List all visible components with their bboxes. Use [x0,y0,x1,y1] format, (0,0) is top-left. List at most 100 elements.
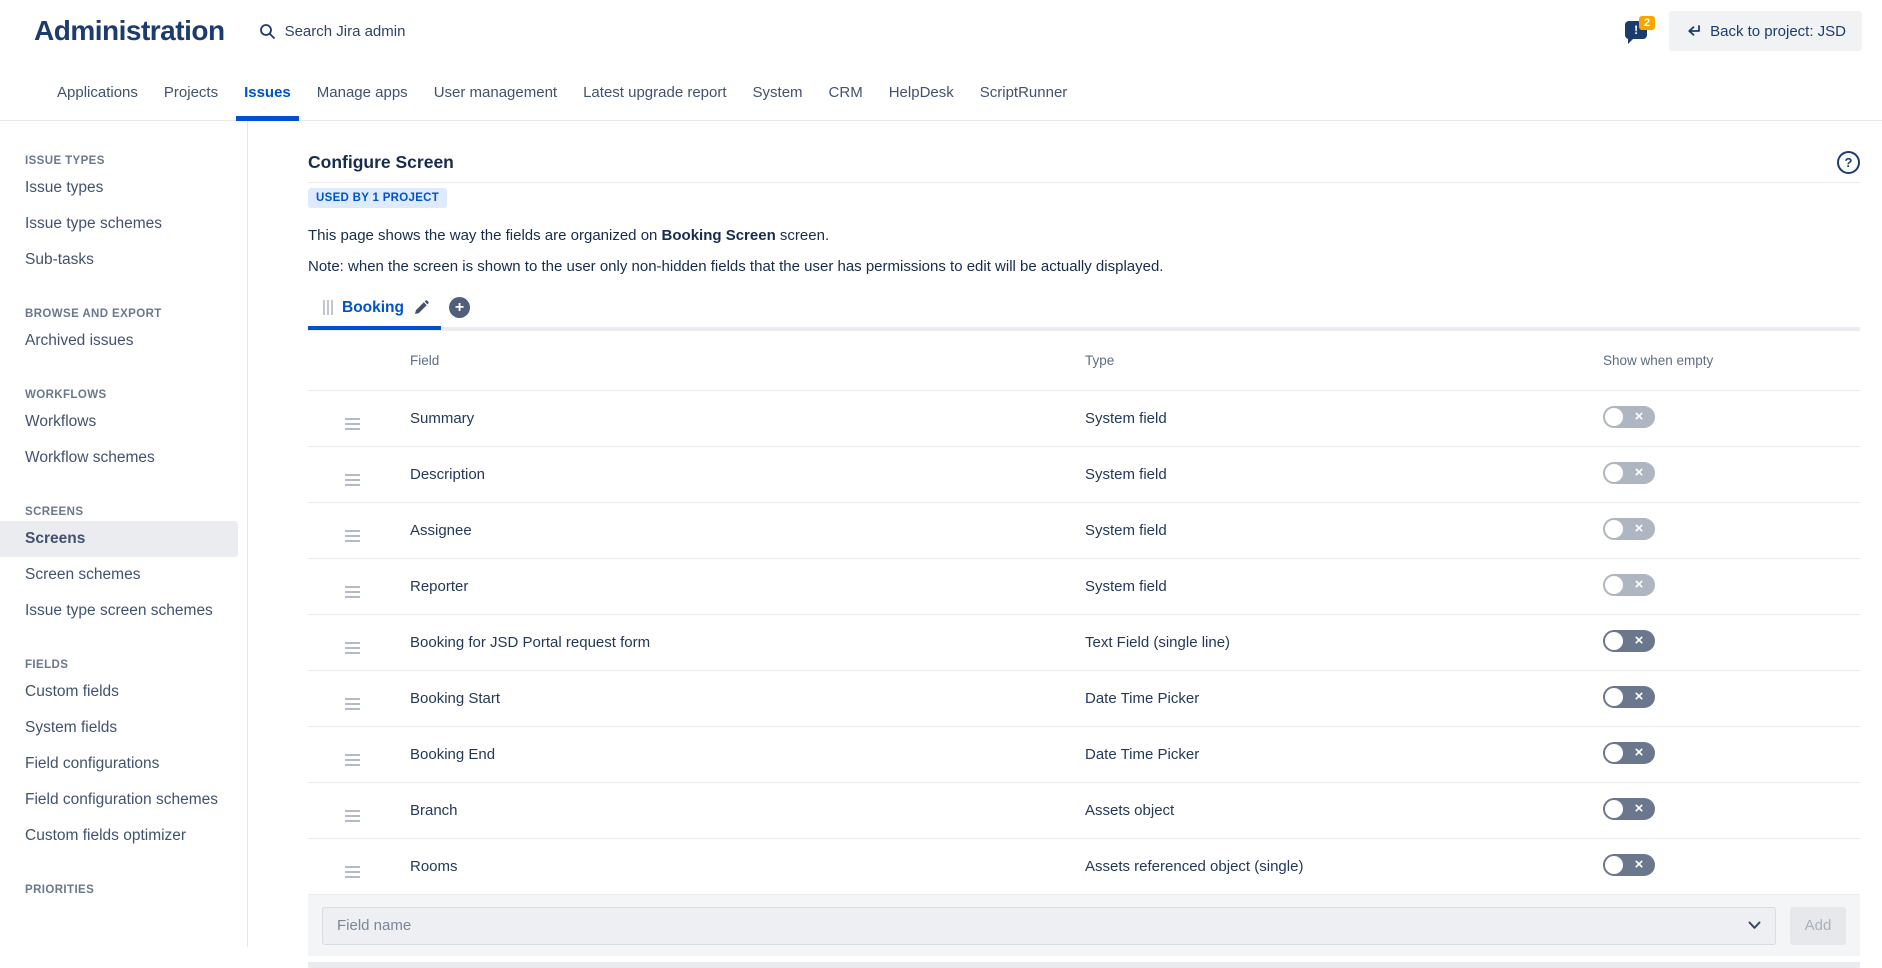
field-select-placeholder: Field name [337,917,1748,934]
field-name-cell: Booking End [410,746,1085,763]
chevron-down-icon [1748,921,1761,930]
field-row-assignee: Assignee System field × [308,502,1860,558]
row-drag-handle-icon[interactable] [345,530,360,542]
toggle-x-icon: × [1623,631,1655,651]
field-type-cell: System field [1085,466,1603,483]
sidebar-item-workflows[interactable]: Workflows [0,404,247,440]
toggle-knob [1605,688,1623,706]
sidebar-item-sub-tasks[interactable]: Sub-tasks [0,242,247,278]
toggle-x-icon: × [1623,463,1655,483]
page-title: Configure Screen [308,152,454,173]
sidebar-item-issue-types[interactable]: Issue types [0,170,247,206]
search-icon [259,23,276,40]
sidebar-item-system-fields[interactable]: System fields [0,710,247,746]
sidebar-section-title: ISSUE TYPES [0,155,247,167]
nav-tab-crm[interactable]: CRM [816,84,876,121]
add-field-button[interactable]: Add [1790,907,1846,945]
column-header-field: Field [410,353,1085,368]
field-type-cell: Date Time Picker [1085,690,1603,707]
nav-tab-manage-apps[interactable]: Manage apps [304,84,421,121]
show-when-empty-toggle[interactable]: × [1603,462,1655,484]
sidebar-section-browse-and-export: BROWSE AND EXPORT Archived issues [0,308,247,359]
sidebar-item-custom-fields[interactable]: Custom fields [0,674,247,710]
back-to-project-button[interactable]: Back to project: JSD [1669,11,1862,51]
sidebar-item-screen-schemes[interactable]: Screen schemes [0,557,247,593]
toggle-x-icon: × [1623,743,1655,763]
edit-tab-icon[interactable] [413,300,429,316]
field-name-select[interactable]: Field name [322,907,1776,945]
sidebar-item-archived-issues[interactable]: Archived issues [0,323,247,359]
top-right-actions: ! 2 Back to project: JSD [1625,11,1862,51]
nav-tab-latest-upgrade-report[interactable]: Latest upgrade report [570,84,739,121]
nav-tab-helpdesk[interactable]: HelpDesk [876,84,967,121]
intro-text: This page shows the way the fields are o… [308,227,1860,244]
toggle-knob [1605,464,1623,482]
field-name-cell: Rooms [410,858,1085,875]
field-name-cell: Description [410,466,1085,483]
toggle-x-icon: × [1623,799,1655,819]
help-icon[interactable]: ? [1837,151,1860,174]
sidebar-item-screens[interactable]: Screens [0,521,238,557]
tab-drag-handle-icon[interactable] [323,300,333,315]
row-drag-handle-icon[interactable] [345,866,360,878]
sidebar-item-issue-type-screen-schemes[interactable]: Issue type screen schemes [0,593,247,629]
row-drag-handle-icon[interactable] [345,698,360,710]
show-when-empty-toggle[interactable]: × [1603,630,1655,652]
notifications-button[interactable]: ! 2 [1625,16,1655,46]
row-drag-handle-icon[interactable] [345,418,360,430]
row-drag-handle-icon[interactable] [345,586,360,598]
show-when-empty-toggle[interactable]: × [1603,742,1655,764]
toggle-knob [1605,520,1623,538]
search-input[interactable] [283,22,487,41]
sidebar-section-screens: SCREENS ScreensScreen schemesIssue type … [0,506,247,629]
row-drag-handle-icon[interactable] [345,754,360,766]
toggle-x-icon: × [1623,575,1655,595]
sidebar-section-title: FIELDS [0,659,247,671]
nav-tab-issues[interactable]: Issues [231,84,304,121]
back-arrow-icon [1685,24,1701,38]
tab-label: Booking [342,299,404,317]
field-type-cell: Assets referenced object (single) [1085,858,1603,875]
toggle-knob [1605,632,1623,650]
row-drag-handle-icon[interactable] [345,810,360,822]
column-header-type: Type [1085,353,1603,368]
sidebar-item-workflow-schemes[interactable]: Workflow schemes [0,440,247,476]
tab-booking[interactable]: Booking [323,299,429,317]
nav-tab-system[interactable]: System [740,84,816,121]
field-type-cell: Assets object [1085,802,1603,819]
app-title: Administration [34,15,225,47]
row-drag-handle-icon[interactable] [345,642,360,654]
toggle-x-icon: × [1623,407,1655,427]
field-name-cell: Booking for JSD Portal request form [410,634,1085,651]
sidebar-section-issue-types: ISSUE TYPES Issue typesIssue type scheme… [0,155,247,278]
toggle-knob [1605,576,1623,594]
nav-tab-scriptrunner[interactable]: ScriptRunner [967,84,1081,121]
toggle-x-icon: × [1623,855,1655,875]
sidebar-item-issue-type-schemes[interactable]: Issue type schemes [0,206,247,242]
field-name-cell: Assignee [410,522,1085,539]
nav-tab-projects[interactable]: Projects [151,84,231,121]
show-when-empty-toggle[interactable]: × [1603,406,1655,428]
show-when-empty-toggle[interactable]: × [1603,574,1655,596]
sidebar-item-field-configurations[interactable]: Field configurations [0,746,247,782]
show-when-empty-toggle[interactable]: × [1603,854,1655,876]
sidebar: ISSUE TYPES Issue typesIssue type scheme… [0,121,248,947]
show-when-empty-toggle[interactable]: × [1603,518,1655,540]
field-name-cell: Branch [410,802,1085,819]
admin-search[interactable] [259,22,487,41]
field-type-cell: System field [1085,578,1603,595]
nav-tab-applications[interactable]: Applications [44,84,151,121]
top-bar: Administration ! 2 Back to project: JSD [0,0,1882,62]
show-when-empty-toggle[interactable]: × [1603,686,1655,708]
nav-tab-user-management[interactable]: User management [421,84,570,121]
toggle-knob [1605,408,1623,426]
toggle-x-icon: × [1623,519,1655,539]
sidebar-item-custom-fields-optimizer[interactable]: Custom fields optimizer [0,818,247,854]
row-drag-handle-icon[interactable] [345,474,360,486]
back-button-label: Back to project: JSD [1710,23,1846,40]
add-tab-button[interactable]: + [449,297,470,318]
show-when-empty-toggle[interactable]: × [1603,798,1655,820]
toggle-knob [1605,800,1623,818]
sidebar-item-field-configuration-schemes[interactable]: Field configuration schemes [0,782,247,818]
bottom-strip [308,962,1860,968]
